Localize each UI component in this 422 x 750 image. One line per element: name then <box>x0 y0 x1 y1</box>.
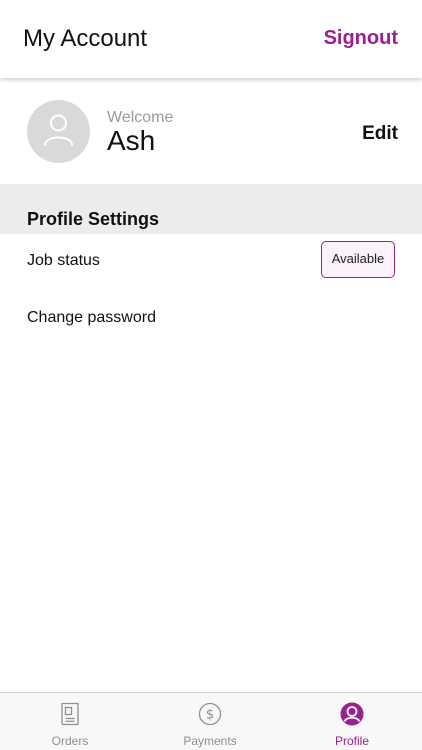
app-screen: My Account Signout Welcome Ash Edit Prof… <box>0 0 422 750</box>
profile-settings-header: Profile Settings <box>0 184 422 234</box>
tab-orders[interactable]: Orders <box>0 693 140 750</box>
job-status-label: Job status <box>27 252 100 269</box>
job-status-button[interactable]: Available <box>321 241 395 278</box>
tab-bar: Orders $ Payments Profile <box>0 692 422 750</box>
tab-profile[interactable]: Profile <box>282 693 422 750</box>
profile-icon <box>340 702 364 726</box>
orders-icon <box>61 702 79 726</box>
header-bar: My Account Signout <box>0 0 422 78</box>
svg-text:$: $ <box>206 708 214 723</box>
job-status-row: Job status Available <box>0 234 422 288</box>
avatar <box>27 100 90 163</box>
payments-icon: $ <box>198 702 222 726</box>
tab-orders-label: Orders <box>51 734 89 748</box>
section-title: Profile Settings <box>27 209 160 229</box>
person-icon <box>44 114 73 146</box>
edit-profile-button[interactable]: Edit <box>362 123 398 145</box>
page-title: My Account <box>23 25 148 52</box>
change-password-row[interactable]: Change password <box>0 292 422 346</box>
change-password-label: Change password <box>27 309 156 326</box>
signout-button[interactable]: Signout <box>324 27 398 50</box>
tab-payments-label: Payments <box>183 734 237 748</box>
tab-payments[interactable]: $ Payments <box>140 693 280 750</box>
profile-summary: Welcome Ash Edit <box>0 82 422 184</box>
user-name: Ash <box>107 125 156 156</box>
tab-profile-label: Profile <box>334 734 369 748</box>
